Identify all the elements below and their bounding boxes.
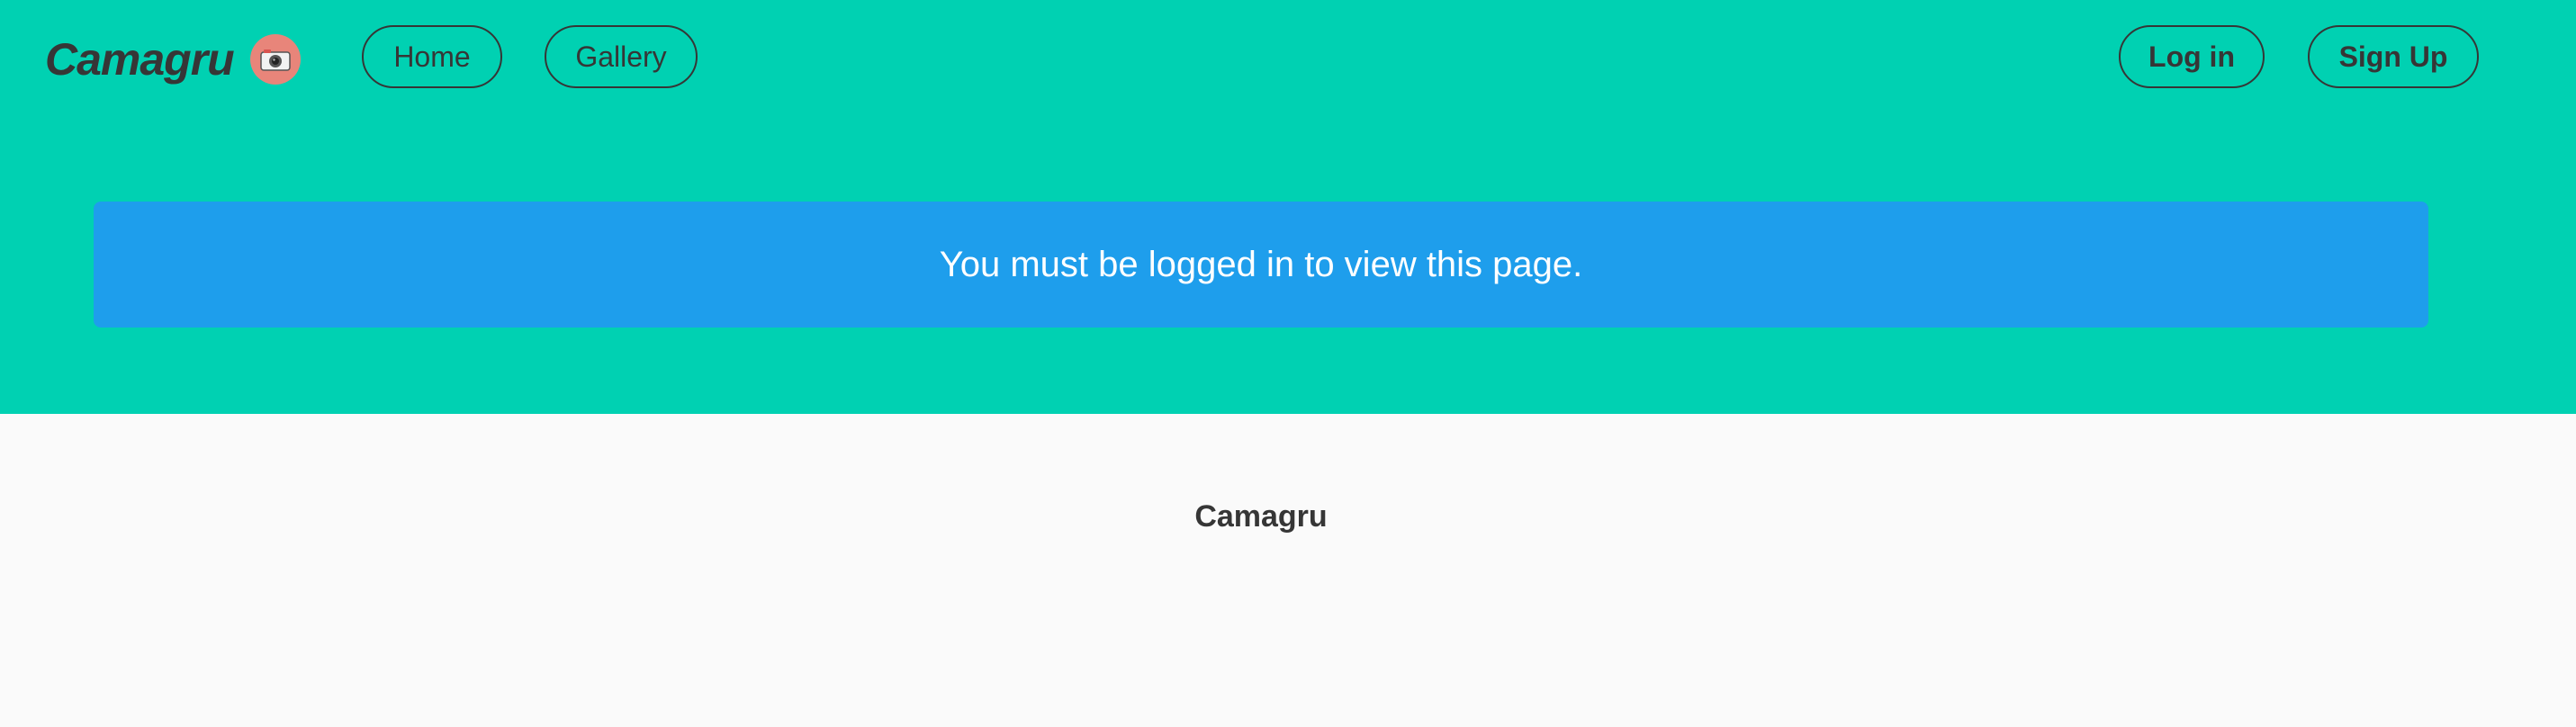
notification-message: You must be logged in to view this page.	[939, 244, 1583, 284]
login-button[interactable]: Log in	[2119, 25, 2265, 88]
navbar: Camagru Home Gallery Log in Sign Up	[0, 0, 2576, 117]
footer: Camagru	[0, 414, 2576, 727]
brand-title: Camagru	[45, 34, 235, 85]
camera-icon	[249, 34, 301, 85]
gallery-button[interactable]: Gallery	[545, 25, 698, 88]
login-required-notification: You must be logged in to view this page.	[94, 202, 2428, 328]
signup-button[interactable]: Sign Up	[2308, 25, 2479, 88]
camera-icon-graphic	[259, 49, 291, 71]
hero-section: Camagru Home Gallery Log in Sign Up You …	[0, 0, 2576, 414]
brand-link[interactable]: Camagru	[45, 31, 301, 88]
footer-title: Camagru	[1194, 499, 1328, 534]
home-button[interactable]: Home	[362, 25, 502, 88]
